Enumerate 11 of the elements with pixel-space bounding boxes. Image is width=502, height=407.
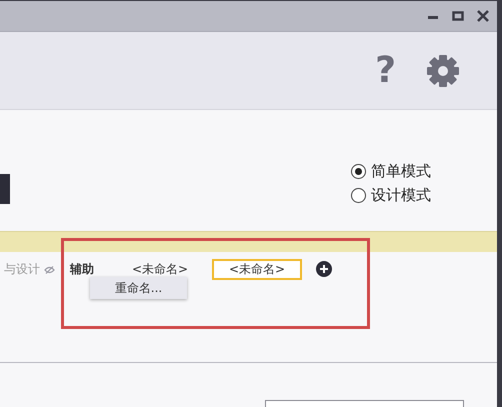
layer-tab[interactable]: 辅助: [66, 260, 98, 279]
maximize-icon[interactable]: [452, 10, 464, 22]
rename-menu-item[interactable]: 重命名...: [114, 280, 162, 296]
layer-tab[interactable]: <未命名>: [212, 259, 302, 280]
add-icon[interactable]: [316, 261, 332, 277]
radio-option[interactable]: 简单模式: [351, 162, 431, 181]
help-icon[interactable]: ?: [375, 52, 396, 88]
radio-option[interactable]: 设计模式: [351, 186, 431, 205]
close-icon[interactable]: [477, 10, 489, 22]
settings-icon[interactable]: [426, 54, 460, 88]
layer-tab[interactable]: <未命名>: [128, 260, 192, 279]
